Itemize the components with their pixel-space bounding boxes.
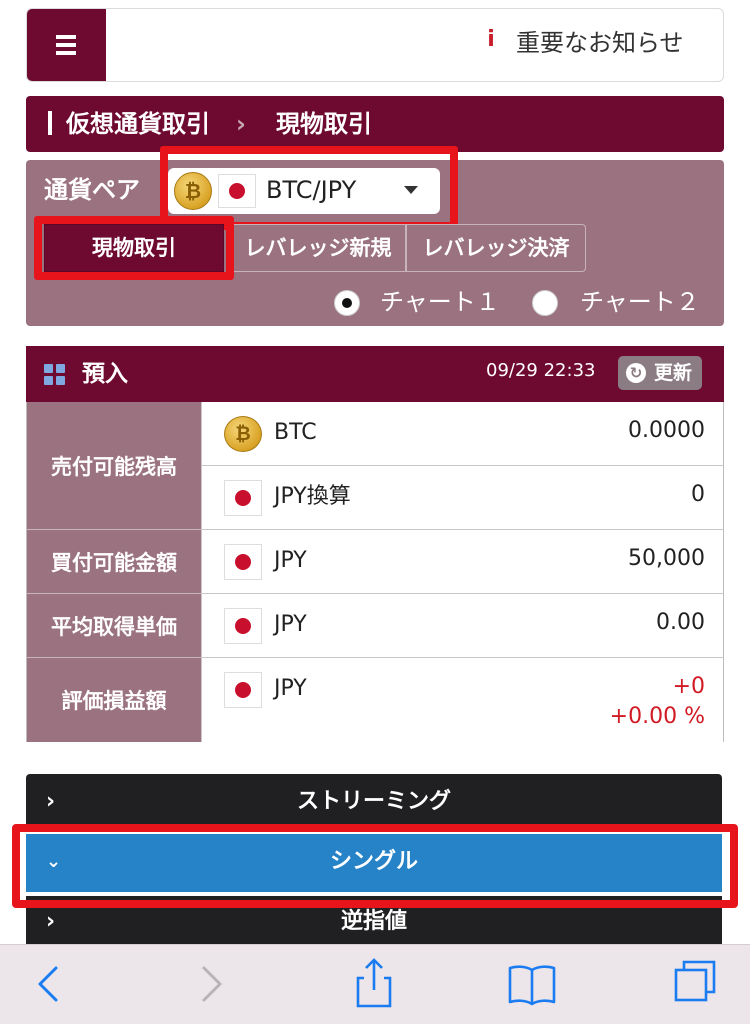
- table-row: ₿ BTC 0.0000: [201, 402, 723, 466]
- chart2-label[interactable]: チャート２: [580, 286, 700, 318]
- refresh-label: 更新: [654, 362, 693, 384]
- tabs-icon: [674, 960, 716, 1002]
- menu-button[interactable]: [27, 9, 106, 81]
- bookmarks-icon: [508, 965, 556, 1006]
- refresh-icon: ↻: [626, 363, 646, 383]
- section-stop-label: 逆指値: [340, 909, 407, 934]
- hamburger-icon-bar2: [56, 43, 76, 47]
- japan-flag-icon: [224, 672, 262, 708]
- important-notice-link[interactable]: 重要なお知らせ: [516, 28, 684, 58]
- pnl-value: +0: [672, 674, 705, 699]
- highlight-box-single: [12, 824, 738, 908]
- tab-leverage-settle[interactable]: レバレッジ決済: [406, 224, 586, 272]
- section-streaming-label: ストリーミング: [296, 789, 451, 814]
- tabs-button[interactable]: [650, 944, 730, 1024]
- highlight-box-tab: [34, 216, 234, 280]
- japan-flag-icon: [224, 544, 262, 580]
- breadcrumb-spot-trading: 現物取引: [276, 110, 372, 138]
- btc-balance: 0.0000: [628, 418, 705, 443]
- breadcrumb-marker: [48, 111, 52, 135]
- back-icon: [38, 966, 58, 1002]
- buy-available-value: 50,000: [628, 546, 705, 571]
- sell-available-label: 売付可能残高: [27, 402, 201, 530]
- account-title: 預入: [82, 361, 128, 387]
- chevron-right-icon: ›: [46, 789, 56, 814]
- avg-price-label: 平均取得単価: [27, 594, 201, 658]
- table-row: JPY換算 0: [201, 466, 723, 530]
- bitcoin-icon: ₿: [224, 416, 262, 452]
- forward-button[interactable]: [170, 944, 250, 1024]
- buy-currency: JPY: [274, 548, 307, 573]
- table-row: JPY +0 +0.00 %: [201, 658, 723, 742]
- back-button[interactable]: [10, 944, 90, 1024]
- japan-flag-icon: [224, 608, 262, 644]
- buy-available-label: 買付可能金額: [27, 530, 201, 594]
- avg-currency: JPY: [274, 612, 307, 637]
- share-icon: [356, 958, 392, 1008]
- breadcrumb-crypto-trading[interactable]: 仮想通貨取引: [66, 108, 210, 140]
- table-row: JPY 0.00: [201, 594, 723, 658]
- chart1-radio[interactable]: [334, 290, 360, 316]
- avg-price-value: 0.00: [656, 610, 705, 635]
- grid-icon: [44, 364, 66, 386]
- chart1-label[interactable]: チャート１: [380, 286, 500, 318]
- japan-flag-icon: [224, 480, 262, 516]
- pnl-label: 評価損益額: [27, 658, 201, 742]
- account-timestamp: 09/29 22:33: [486, 360, 596, 381]
- bookmarks-button[interactable]: [492, 944, 572, 1024]
- jpy-equiv-currency: JPY換算: [274, 484, 351, 509]
- jpy-equiv-value: 0: [691, 482, 705, 507]
- breadcrumb-separator: ›: [236, 110, 246, 138]
- pnl-currency: JPY: [274, 676, 307, 701]
- btc-currency: BTC: [274, 420, 317, 445]
- currency-pair-label: 通貨ペア: [44, 176, 140, 204]
- table-row: JPY 50,000: [201, 530, 723, 594]
- info-icon[interactable]: i: [484, 28, 498, 52]
- forward-icon: [202, 966, 222, 1002]
- chart2-radio[interactable]: [532, 290, 558, 316]
- share-button[interactable]: [334, 944, 414, 1024]
- refresh-button[interactable]: ↻ 更新: [618, 356, 702, 390]
- pnl-percent: +0.00 %: [609, 704, 705, 729]
- hamburger-icon: [56, 35, 76, 39]
- hamburger-icon-bar3: [56, 51, 76, 55]
- tab-leverage-new[interactable]: レバレッジ新規: [230, 224, 406, 272]
